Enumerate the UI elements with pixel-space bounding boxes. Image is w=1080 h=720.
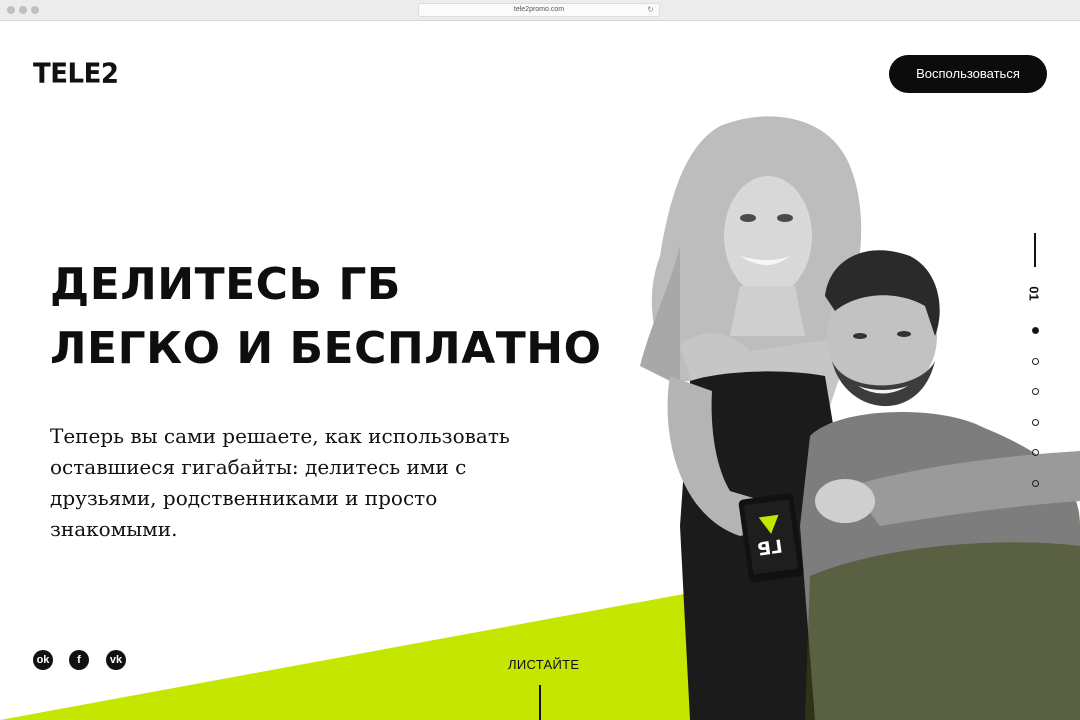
vk-icon[interactable]: vk xyxy=(106,650,126,670)
landing-page: ГБ TELE2 Воспользоваться ДЕЛИТЕСЬ ГБ ЛЕГ… xyxy=(0,21,1080,720)
window-close-dot[interactable] xyxy=(7,6,15,14)
pager-current-number: 01 xyxy=(1026,286,1042,301)
pager-indicator-line xyxy=(1034,233,1036,267)
use-service-button[interactable]: Воспользоваться xyxy=(889,55,1047,93)
pager-dot-5[interactable] xyxy=(1032,449,1039,456)
address-bar[interactable]: tele2promo.com ↻ xyxy=(418,3,660,17)
phone-screen-text: ГБ xyxy=(755,534,784,559)
address-bar-url: tele2promo.com xyxy=(513,6,565,13)
window-zoom-dot[interactable] xyxy=(31,6,39,14)
pager-dot-2[interactable] xyxy=(1032,358,1039,365)
window-minimize-dot[interactable] xyxy=(19,6,27,14)
pager-dot-6[interactable] xyxy=(1032,480,1039,487)
hero-photo xyxy=(640,116,1080,720)
browser-chrome: tele2promo.com ↻ xyxy=(0,0,1080,21)
scroll-hint-line xyxy=(539,685,541,720)
page-title: ДЕЛИТЕСЬ ГБ ЛЕГКО И БЕСПЛАТНО xyxy=(50,253,602,381)
headline-line-2: ЛЕГКО И БЕСПЛАТНО xyxy=(50,323,602,374)
pager-dot-3[interactable] xyxy=(1032,388,1039,395)
pager-dot-4[interactable] xyxy=(1032,419,1039,426)
reload-icon[interactable]: ↻ xyxy=(647,4,654,16)
headline-line-1: ДЕЛИТЕСЬ ГБ xyxy=(50,259,401,310)
odnoklassniki-icon[interactable]: ok xyxy=(33,650,53,670)
facebook-icon[interactable]: f xyxy=(69,650,89,670)
scroll-hint-label[interactable]: ЛИСТАЙТЕ xyxy=(508,657,579,672)
pager-dot-1[interactable] xyxy=(1032,327,1039,334)
lead-paragraph: Теперь вы сами решаете, как использовать… xyxy=(50,424,510,541)
tele2-logo[interactable]: TELE2 xyxy=(33,58,119,90)
